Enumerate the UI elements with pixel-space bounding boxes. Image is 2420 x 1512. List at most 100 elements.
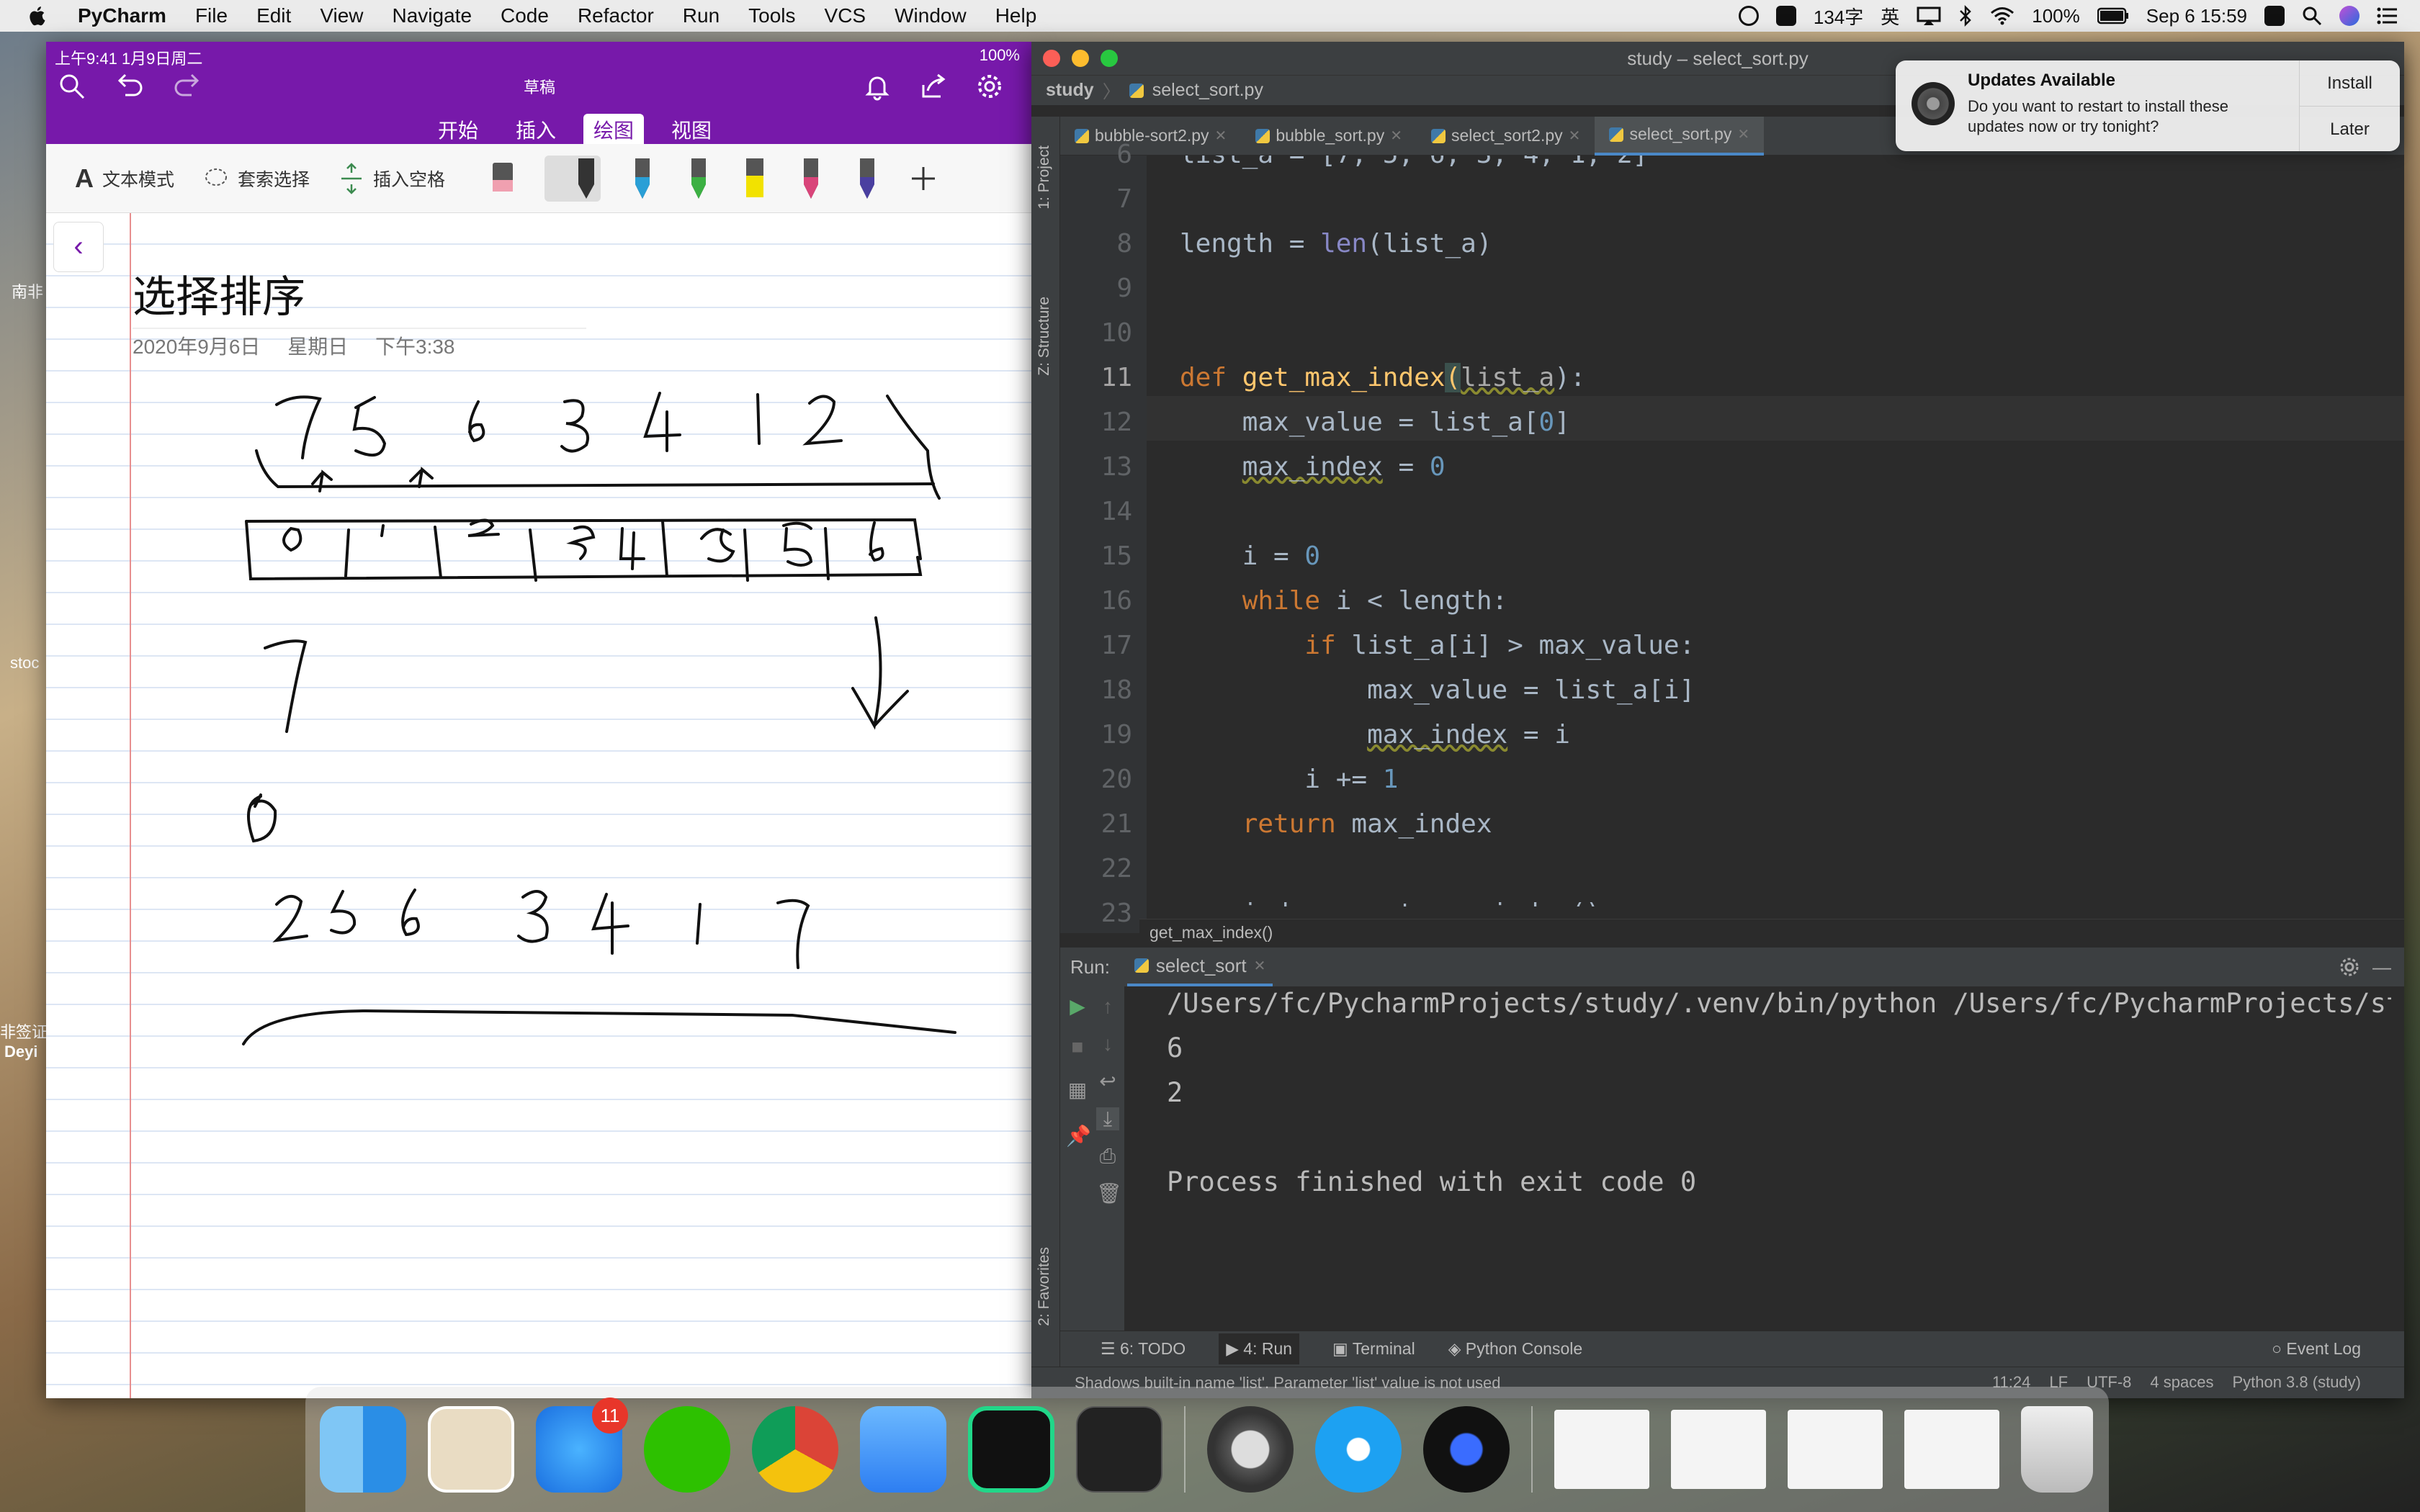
tab-draw[interactable]: 绘图: [583, 114, 645, 144]
search-icon[interactable]: [2302, 6, 2322, 26]
project-tool-button[interactable]: 1: Project: [1036, 145, 1053, 210]
menu-help[interactable]: Help: [995, 4, 1037, 27]
stop-icon[interactable]: [1738, 6, 1759, 26]
scroll-to-end-icon[interactable]: ⤓: [1096, 1107, 1119, 1130]
notification-center-icon[interactable]: [2377, 6, 2398, 25]
gear-icon[interactable]: [975, 72, 1004, 101]
text-mode-button[interactable]: A 文本模式: [75, 163, 174, 194]
print-icon[interactable]: ⎙: [1096, 1145, 1119, 1168]
minimize-icon[interactable]: —: [2372, 956, 2391, 978]
menu-navigate[interactable]: Navigate: [393, 4, 472, 27]
run-tool-button[interactable]: ▶ 4: Run: [1219, 1333, 1300, 1364]
minimized-window[interactable]: [1904, 1410, 1999, 1489]
video-player-icon[interactable]: [1315, 1406, 1402, 1493]
word-count[interactable]: 134字: [1814, 3, 1863, 30]
menu-refactor[interactable]: Refactor: [578, 4, 654, 27]
breadcrumb-hint[interactable]: get_max_index(): [1139, 919, 2404, 948]
preview-icon[interactable]: [428, 1406, 514, 1493]
infuse-icon[interactable]: [1423, 1406, 1510, 1493]
tab-insert[interactable]: 插入: [506, 114, 566, 144]
battery-icon[interactable]: [2097, 7, 2129, 24]
menu-app-name[interactable]: PyCharm: [78, 4, 166, 27]
menu-window[interactable]: Window: [895, 4, 967, 27]
menu-edit[interactable]: Edit: [256, 4, 291, 27]
rainbow-pen-icon[interactable]: [797, 156, 825, 202]
tab-home[interactable]: 开始: [428, 114, 488, 144]
favorites-tool-button[interactable]: 2: Favorites: [1036, 1247, 1053, 1326]
structure-tool-button[interactable]: Z: Structure: [1036, 297, 1053, 376]
pin-icon[interactable]: 📌: [1066, 1125, 1091, 1148]
share-icon[interactable]: [919, 72, 948, 101]
finder-icon[interactable]: [320, 1406, 406, 1493]
input-source[interactable]: 英: [1881, 3, 1899, 30]
blue-pen-icon[interactable]: [628, 156, 657, 202]
indent-setting[interactable]: 4 spaces: [2150, 1373, 2213, 1392]
trash-icon[interactable]: 🗑: [1096, 1182, 1122, 1205]
notes-icon[interactable]: [1775, 6, 1796, 26]
menu-vcs[interactable]: VCS: [825, 4, 866, 27]
close-tab-icon[interactable]: ✕: [1390, 127, 1402, 145]
menu-view[interactable]: View: [320, 4, 363, 27]
pycharm-icon[interactable]: [968, 1406, 1054, 1493]
trash-icon[interactable]: [2021, 1406, 2093, 1493]
todo-tool-button[interactable]: ☰ 6: TODO: [1101, 1339, 1186, 1359]
install-button[interactable]: Install: [2300, 60, 2400, 106]
breadcrumb-project[interactable]: study: [1046, 80, 1094, 101]
menu-code[interactable]: Code: [501, 4, 549, 27]
stop-icon[interactable]: ■: [1066, 1035, 1089, 1058]
terminal-tool-button[interactable]: ▣ Terminal: [1332, 1339, 1415, 1359]
airplay-icon[interactable]: [1917, 6, 1941, 25]
green-pen-icon[interactable]: [684, 156, 713, 202]
minimized-window[interactable]: [1788, 1410, 1883, 1489]
close-tab-icon[interactable]: ✕: [1254, 957, 1266, 975]
python-console-tool-button[interactable]: ◈ Python Console: [1448, 1339, 1582, 1359]
redo-icon[interactable]: [173, 72, 202, 101]
yellow-highlighter-icon[interactable]: [740, 156, 769, 202]
menu-file[interactable]: File: [195, 4, 228, 27]
breadcrumb-file[interactable]: select_sort.py: [1152, 80, 1263, 101]
minimized-window[interactable]: [1671, 1410, 1766, 1489]
rerun-icon[interactable]: ▶: [1066, 995, 1089, 1018]
close-tab-icon[interactable]: ✕: [1737, 125, 1749, 143]
chrome-icon[interactable]: [752, 1406, 838, 1493]
up-arrow-icon[interactable]: ↑: [1096, 995, 1119, 1018]
editor-tab[interactable]: bubble_sort.py ✕: [1241, 117, 1417, 156]
wifi-icon[interactable]: [1990, 6, 2015, 25]
later-button[interactable]: Later: [2300, 106, 2400, 151]
gear-icon[interactable]: [2339, 957, 2360, 977]
layout-icon[interactable]: ▦: [1066, 1079, 1089, 1102]
notes-app-icon[interactable]: [860, 1406, 946, 1493]
interpreter[interactable]: Python 3.8 (study): [2232, 1373, 2361, 1392]
event-log-button[interactable]: ○ Event Log: [2272, 1339, 2361, 1359]
quicktime-icon[interactable]: [1207, 1406, 1294, 1493]
bluetooth-icon[interactable]: [1958, 5, 1973, 27]
siri-icon[interactable]: [2339, 6, 2360, 26]
menu-run[interactable]: Run: [683, 4, 720, 27]
wechat-icon[interactable]: [644, 1406, 730, 1493]
clock[interactable]: Sep 6 15:59: [2146, 5, 2247, 27]
add-pen-icon[interactable]: [909, 156, 938, 202]
insert-space-button[interactable]: 插入空格: [339, 162, 445, 194]
app-store-icon[interactable]: 11: [536, 1398, 628, 1493]
close-tab-icon[interactable]: ✕: [1569, 127, 1581, 145]
soft-wrap-icon[interactable]: ↩: [1096, 1070, 1119, 1093]
lasso-select-button[interactable]: 套索选择: [203, 166, 310, 192]
editor-tab[interactable]: select_sort2.py ✕: [1417, 117, 1595, 156]
editor-tab-active[interactable]: select_sort.py ✕: [1595, 116, 1765, 156]
minimized-window[interactable]: [1554, 1410, 1649, 1489]
black-pen-icon[interactable]: [544, 155, 601, 202]
notebook-page[interactable]: ‹ 选择排序 2020年9月6日 星期日 下午3:38: [46, 213, 1033, 1398]
galaxy-pen-icon[interactable]: [853, 156, 882, 202]
menu-tools[interactable]: Tools: [748, 4, 795, 27]
run-config-tab[interactable]: select_sort ✕: [1126, 948, 1273, 986]
undo-icon[interactable]: [115, 72, 144, 101]
down-arrow-icon[interactable]: ↓: [1096, 1032, 1119, 1056]
apple-icon[interactable]: [27, 5, 49, 27]
bell-icon[interactable]: [863, 72, 892, 101]
cloud-app-icon[interactable]: [2264, 6, 2285, 26]
search-icon[interactable]: [58, 72, 86, 101]
tab-view[interactable]: 视图: [661, 114, 722, 144]
eraser-icon[interactable]: [488, 156, 517, 202]
terminal-icon[interactable]: [1076, 1406, 1162, 1493]
close-tab-icon[interactable]: ✕: [1215, 127, 1227, 145]
